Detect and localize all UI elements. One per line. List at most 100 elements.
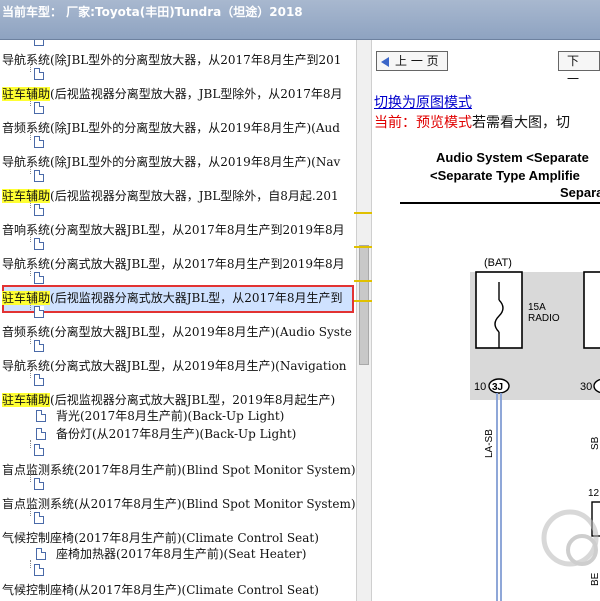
tree-item-label: 气候控制座椅(2017年8月生产前)(Climate Control Seat) — [2, 531, 319, 545]
scroll-thumb[interactable] — [359, 245, 369, 365]
document-icon — [36, 548, 46, 560]
tree-item-label: 导航系统(除JBL型外的分离型放大器，从2017年8月生产到201 — [2, 53, 342, 67]
tree-item-label: 气候控制座椅(从2017年8月生产)(Climate Control Seat) — [2, 583, 319, 597]
tree-connector — [30, 336, 31, 344]
left-arrow-icon — [381, 57, 389, 67]
wire-be-label: BE — [590, 572, 600, 586]
next-page-label: 下 一 — [567, 54, 580, 86]
document-icon — [34, 170, 44, 182]
tree-item[interactable]: 驻车辅助(后视监视器分离型放大器，JBL型除外，从2017年8月 — [2, 86, 342, 102]
tree-item[interactable]: 导航系统(除JBL型外的分离型放大器，从2019年8月生产)(Nav — [2, 154, 340, 170]
tree-item[interactable]: 导航系统(除JBL型外的分离型放大器，从2017年8月生产到201 — [2, 52, 341, 68]
tree-connector — [30, 560, 31, 568]
tree-connector — [30, 64, 31, 72]
document-icon — [34, 340, 44, 352]
document-icon — [34, 136, 44, 148]
wire-sb-label: SB — [590, 436, 600, 450]
prev-page-button[interactable]: 上 一 页 — [376, 51, 448, 71]
wiring-diagram: Audio System <Separate <Separate Type Am… — [400, 150, 600, 601]
tree-item[interactable]: 盲点监测系统(2017年8月生产前)(Blind Spot Monitor Sy… — [2, 462, 356, 478]
connector-3j-label: 3J — [492, 382, 503, 393]
tree-item[interactable]: 气候控制座椅(2017年8月生产前)(Climate Control Seat) — [2, 530, 319, 546]
tree-connector — [30, 302, 31, 310]
tree-item[interactable]: 盲点监测系统(从2017年8月生产)(Blind Spot Monitor Sy… — [2, 496, 356, 512]
watermark-logo — [541, 509, 599, 567]
tree-item[interactable]: 背光(2017年8月生产前)(Back-Up Light) — [56, 408, 284, 424]
tree-item-highlight: 驻车辅助 — [2, 291, 51, 305]
next-page-button[interactable]: 下 一 — [558, 51, 600, 86]
tree-item-highlight: 驻车辅助 — [2, 87, 51, 101]
tree-item[interactable]: 驻车辅助(后视监视器分离式放大器JBL型，2019年8月起生产) — [2, 392, 335, 408]
pin-right-number: 30 — [580, 381, 592, 393]
diagram-title-1: Audio System <Separate — [436, 150, 589, 165]
tree-item-highlight: 驻车辅助 — [2, 393, 51, 407]
tree-item[interactable]: 驻车辅助(后视监视器分离式放大器JBL型，从2017年8月生产到 — [2, 290, 342, 306]
diagram-title-3: Separa — [560, 185, 600, 200]
tree-connector — [30, 200, 31, 208]
terminal-12: 12 — [588, 488, 600, 499]
document-icon — [34, 512, 44, 524]
content-pane: 上 一 页 下 一 切换为原图模式 当前：预览模式若需看大图，切 Audio S… — [372, 40, 600, 601]
document-icon — [34, 272, 44, 284]
document-icon — [34, 478, 44, 490]
document-icon — [34, 204, 44, 216]
mode-status-current: 当前：预览模式 — [374, 115, 472, 131]
tree-item-label: 音频系统(分离型放大器JBL型，从2019年8月生产)(Audio Syste — [2, 325, 352, 339]
tree-item-label: 盲点监测系统(2017年8月生产前)(Blind Spot Monitor Sy… — [2, 463, 356, 477]
tree-item[interactable]: 音频系统(除JBL型外的分离型放大器，从2019年8月生产)(Aud — [2, 120, 340, 136]
tree-item[interactable]: 音响系统(分离型放大器JBL型，从2017年8月生产到2019年8月 — [2, 222, 345, 238]
document-icon — [34, 306, 44, 318]
document-icon — [36, 428, 46, 440]
document-icon — [34, 40, 44, 46]
document-icon — [34, 68, 44, 80]
tree-connector — [30, 98, 31, 106]
tree-item[interactable]: 座椅加热器(2017年8月生产前)(Seat Heater) — [56, 546, 306, 562]
fuse-rating: 15A — [528, 302, 546, 313]
tree-connector — [30, 474, 31, 482]
tree-item[interactable]: 导航系统(分离式放大器JBL型，从2019年8月生产)(Navigation — [2, 358, 347, 374]
tree-item-label: 音频系统(除JBL型外的分离型放大器，从2019年8月生产)(Aud — [2, 121, 340, 135]
tree-item-label: (后视监视器分离式放大器JBL型，从2017年8月生产到 — [50, 291, 343, 305]
tree-connector — [30, 234, 31, 242]
fuse-right — [583, 271, 600, 349]
wire-la-sb-label: LA-SB — [484, 429, 495, 458]
tree-item-label: 背光(2017年8月生产前)(Back-Up Light) — [56, 409, 285, 423]
title-bar: 当前车型： 厂家:Toyota(丰田)Tundra（坦途）2018 — [0, 0, 600, 40]
pin-left-number: 10 — [474, 381, 486, 393]
diagram-title-2: <Separate Type Amplifie — [430, 168, 580, 183]
document-icon — [36, 410, 46, 422]
current-vehicle-title: 当前车型： 厂家:Toyota(丰田)Tundra（坦途）2018 — [2, 5, 303, 19]
tree-item-label: 导航系统(分离式放大器JBL型，从2017年8月生产到2019年8月 — [2, 257, 345, 271]
fuse-name: RADIO — [528, 313, 560, 324]
switch-original-mode-link[interactable]: 切换为原图模式 — [374, 92, 472, 112]
tree-item[interactable]: 驻车辅助(后视监视器分离型放大器，JBL型除外，自8月起.201 — [2, 188, 339, 204]
tree-item[interactable]: 气候控制座椅(从2017年8月生产)(Climate Control Seat) — [2, 582, 319, 598]
vertical-scrollbar[interactable] — [356, 40, 372, 601]
tree-item[interactable]: 导航系统(分离式放大器JBL型，从2017年8月生产到2019年8月 — [2, 256, 345, 272]
tree-item-label: 音响系统(分离型放大器JBL型，从2017年8月生产到2019年8月 — [2, 223, 345, 237]
tree-connector — [30, 370, 31, 378]
tree-connector — [30, 166, 31, 174]
tree-item-highlight: 驻车辅助 — [2, 189, 51, 203]
tree-item-label: 导航系统(除JBL型外的分离型放大器，从2019年8月生产)(Nav — [2, 155, 341, 169]
scroll-marker — [354, 246, 372, 248]
tree-item-label: 备份灯(从2017年8月生产)(Back-Up Light) — [56, 427, 297, 441]
document-icon — [34, 238, 44, 250]
bat-label: (BAT) — [484, 257, 512, 269]
tree-item[interactable]: 备份灯(从2017年8月生产)(Back-Up Light) — [56, 426, 296, 442]
document-icon — [34, 564, 44, 576]
tree-item-label: (后视监视器分离型放大器，JBL型除外，自8月起.201 — [50, 189, 339, 203]
mode-status: 当前：预览模式若需看大图，切 — [374, 112, 570, 132]
tree-connector — [30, 132, 31, 140]
tree-item[interactable]: 音频系统(分离型放大器JBL型，从2019年8月生产)(Audio Syste — [2, 324, 352, 340]
scroll-marker — [354, 280, 372, 282]
tree-item-label: 导航系统(分离式放大器JBL型，从2019年8月生产)(Navigation — [2, 359, 347, 373]
tree-connector — [30, 440, 31, 448]
scroll-marker — [354, 212, 372, 214]
tree-connector — [30, 508, 31, 516]
tree-pane[interactable]: 导航系统(除JBL型外的分离型放大器，从2017年8月生产到201 驻车辅助(后视… — [0, 40, 356, 601]
tree-connector — [30, 268, 31, 276]
tree-item-label: 座椅加热器(2017年8月生产前)(Seat Heater) — [56, 547, 307, 561]
document-icon — [34, 374, 44, 386]
document-icon — [34, 444, 44, 456]
